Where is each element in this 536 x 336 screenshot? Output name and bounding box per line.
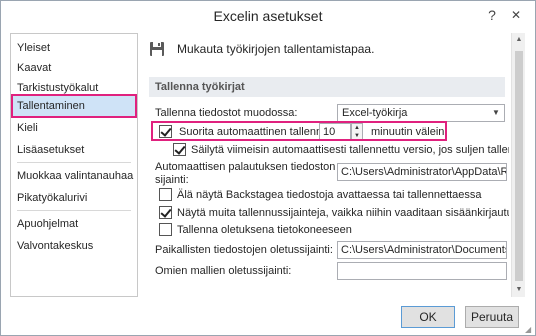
cancel-button[interactable]: Peruuta xyxy=(465,306,519,328)
vertical-scrollbar[interactable]: ▲ ▼ xyxy=(511,33,525,297)
autorecover-label-line2: sijainti: xyxy=(155,174,189,186)
templates-location-label: Omien mallien oletussijainti: xyxy=(155,265,292,277)
autosave-minutes-spinner[interactable]: ▲ ▼ xyxy=(351,123,363,141)
keep-last-version-label: Säilytä viimeisin automaattisesti tallen… xyxy=(191,144,509,156)
autosave-suffix: minuutin välein xyxy=(371,126,445,138)
nav-divider xyxy=(17,162,131,163)
nav-item-customize-ribbon[interactable]: Muokkaa valintanauhaa xyxy=(11,166,137,186)
scroll-up-icon[interactable]: ▲ xyxy=(512,33,526,47)
save-format-label: Tallenna tiedostot muodossa: xyxy=(155,107,298,119)
nav-divider xyxy=(17,210,131,211)
options-dialog: Excelin asetukset ? ✕ Yleiset Kaavat Tar… xyxy=(0,0,536,336)
scrollbar-thumb[interactable] xyxy=(515,51,523,281)
nav-item-general[interactable]: Yleiset xyxy=(11,38,137,58)
templates-location-input[interactable] xyxy=(337,262,507,280)
chevron-down-icon: ▼ xyxy=(492,108,500,117)
save-format-value: Excel-työkirja xyxy=(342,107,408,119)
nav-item-trust-center[interactable]: Valvontakeskus xyxy=(11,236,137,256)
no-backstage-label: Älä näytä Backstagea tiedostoja avattaes… xyxy=(177,189,482,201)
nav-item-proofing[interactable]: Tarkistustyökalut xyxy=(11,78,137,98)
floppy-disk-icon xyxy=(150,42,164,56)
nav-item-addins[interactable]: Apuohjelmat xyxy=(11,214,137,234)
spin-up-icon[interactable]: ▲ xyxy=(352,124,362,132)
show-other-locations-label: Näytä muita tallennussijainteja, vaikka … xyxy=(177,207,509,219)
nav-item-formulas[interactable]: Kaavat xyxy=(11,58,137,78)
category-nav: Yleiset Kaavat Tarkistustyökalut Tallent… xyxy=(10,33,138,297)
autorecover-location-input[interactable]: C:\Users\Administrator\AppData\Roami xyxy=(337,163,507,181)
nav-item-advanced[interactable]: Lisäasetukset xyxy=(11,140,137,160)
scroll-down-icon[interactable]: ▼ xyxy=(512,283,526,297)
nav-item-language[interactable]: Kieli xyxy=(11,118,137,138)
page-description: Mukauta työkirjojen tallentamistapaa. xyxy=(177,42,375,56)
autorecover-label-line1: Automaattisen palautuksen tiedoston xyxy=(155,161,336,173)
save-to-computer-label: Tallenna oletuksena tietokoneeseen xyxy=(177,224,352,236)
autosave-minutes-input[interactable]: 10 xyxy=(319,123,351,141)
ok-button[interactable]: OK xyxy=(401,306,455,328)
autosave-label: Suorita automaattinen tallennus xyxy=(179,126,334,138)
close-icon[interactable]: ✕ xyxy=(507,6,525,24)
resize-grip-icon[interactable]: ◢ xyxy=(525,325,531,334)
section-header: Tallenna työkirjat xyxy=(149,77,505,97)
dialog-title: Excelin asetukset xyxy=(213,8,323,24)
save-to-computer-checkbox[interactable] xyxy=(159,223,172,236)
save-format-select[interactable]: Excel-työkirja ▼ xyxy=(337,104,505,122)
settings-panel: Mukauta työkirjojen tallentamistapaa. Ta… xyxy=(141,33,509,297)
spin-down-icon[interactable]: ▼ xyxy=(352,132,362,140)
nav-item-quick-access[interactable]: Pikatyökalurivi xyxy=(11,188,137,208)
help-icon[interactable]: ? xyxy=(483,6,501,24)
show-other-locations-checkbox[interactable] xyxy=(159,206,172,219)
autosave-checkbox[interactable] xyxy=(159,125,172,138)
keep-last-version-checkbox[interactable] xyxy=(173,143,186,156)
title-bar: Excelin asetukset ? ✕ xyxy=(1,1,535,30)
local-default-location-input[interactable]: C:\Users\Administrator\Documents xyxy=(337,241,507,259)
no-backstage-checkbox[interactable] xyxy=(159,188,172,201)
local-default-label: Paikallisten tiedostojen oletussijainti: xyxy=(155,244,333,256)
nav-item-save[interactable]: Tallentaminen xyxy=(11,96,137,116)
